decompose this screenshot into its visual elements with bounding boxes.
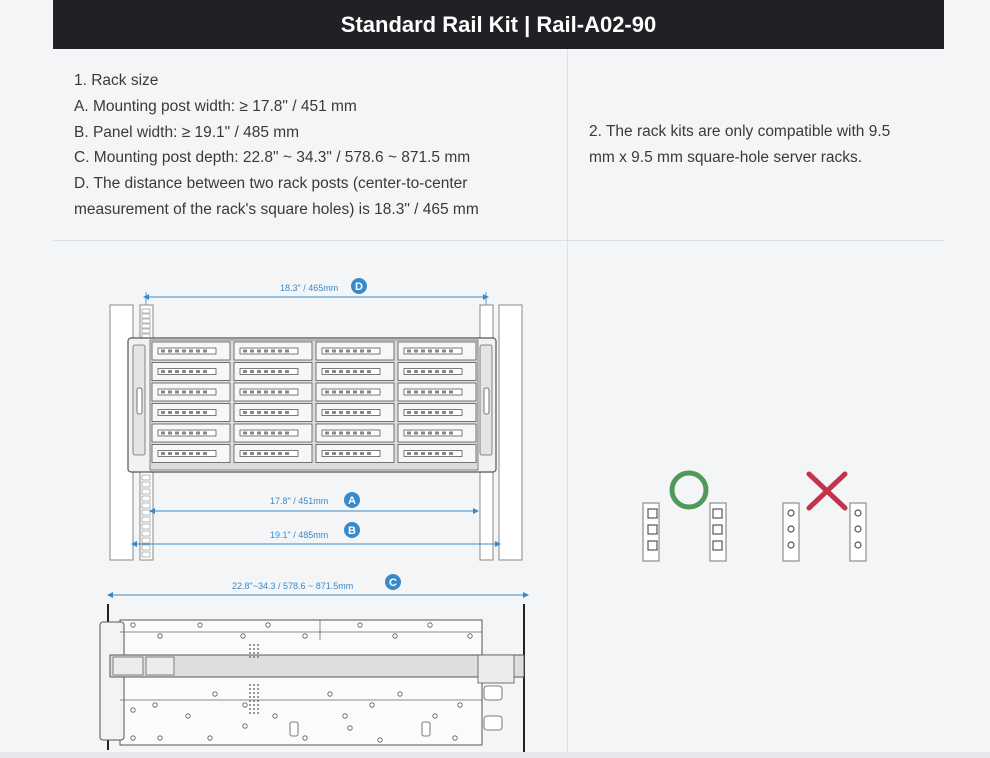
dimension-a: 17.8" / 451mm A bbox=[149, 492, 479, 514]
compatible-circle-icon bbox=[669, 470, 709, 510]
badge-d: D bbox=[355, 281, 363, 293]
incompatible-cross-icon bbox=[806, 471, 848, 511]
badge-a: A bbox=[348, 495, 356, 507]
badge-c: C bbox=[389, 577, 397, 589]
dimension-c: 22.8"~34.3 / 578.6 ~ 871.5mm C bbox=[107, 574, 529, 598]
rack-diagram: 18.3" / 465mm D 17.8" / 451mm A 19.1" / … bbox=[99, 278, 867, 752]
dimension-d-label: 18.3" / 465mm bbox=[280, 283, 338, 293]
server-side-view bbox=[99, 604, 525, 752]
square-hole-rack-illustration bbox=[642, 502, 727, 562]
dimension-a-label: 17.8" / 451mm bbox=[270, 496, 328, 506]
dimension-b-label: 19.1" / 485mm bbox=[270, 530, 328, 540]
server-front bbox=[127, 337, 497, 473]
dimension-c-label: 22.8"~34.3 / 578.6 ~ 871.5mm bbox=[232, 581, 353, 591]
bottom-strip bbox=[0, 752, 990, 758]
dimension-b: 19.1" / 485mm B bbox=[131, 522, 501, 547]
badge-b: B bbox=[348, 525, 356, 537]
round-hole-rack-illustration bbox=[782, 502, 867, 562]
dimension-d: 18.3" / 465mm D bbox=[143, 278, 489, 310]
